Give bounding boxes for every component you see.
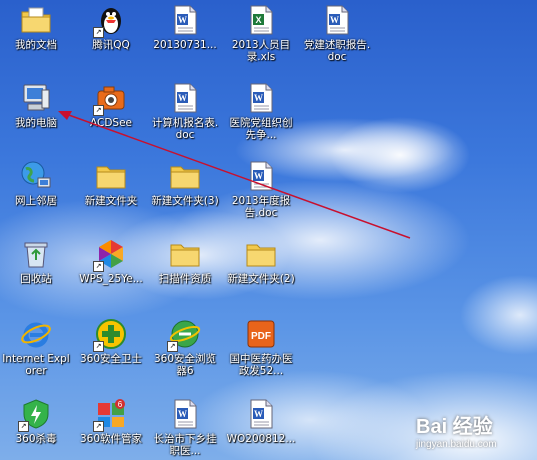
svg-text:W: W: [254, 93, 263, 103]
shortcut-arrow-icon: ↗: [93, 261, 104, 272]
shortcut-arrow-icon: ↗: [167, 341, 178, 352]
icon-label: 新建文件夹(2): [227, 273, 295, 285]
word-document-icon: W: [169, 4, 201, 36]
svg-text:6: 6: [118, 400, 123, 409]
recycle-bin-icon: [20, 238, 52, 270]
svg-text:W: W: [254, 171, 263, 181]
icon-label: 360杀毒: [15, 433, 57, 445]
desktop-icon-new-folder-3[interactable]: 新建文件夹(3): [150, 160, 220, 207]
desktop-icon-party-report-doc[interactable]: W 党建述职报告.doc: [302, 4, 372, 63]
shortcut-arrow-icon: ↗: [93, 105, 104, 116]
watermark-logo: Bai 经验: [416, 416, 493, 438]
shortcut-arrow-icon: ↗: [93, 341, 104, 352]
desktop-icon-hospital-party-doc[interactable]: W 医院党组织创先争...: [226, 82, 296, 141]
icon-label: 长治市下乡挂职医...: [153, 433, 217, 457]
desktop-icon-360-antivirus[interactable]: ↗ 360杀毒: [1, 398, 71, 445]
icon-label: Internet Explorer: [2, 353, 70, 377]
svg-text:W: W: [330, 15, 339, 25]
desktop-icon-network-places[interactable]: 网上邻居: [1, 160, 71, 207]
internet-explorer-icon: [20, 318, 52, 350]
desktop-icon-changzhi-doc[interactable]: W 长治市下乡挂职医...: [150, 398, 220, 457]
excel-document-icon: X: [245, 4, 277, 36]
desktop-icon-tcm-medical-pdf[interactable]: PDF 国中医药办医政发52...: [226, 318, 296, 377]
wps-office-icon: ↗: [93, 238, 127, 272]
annotation-arrow: [58, 111, 411, 239]
shortcut-arrow-icon: ↗: [18, 421, 29, 432]
pdf-document-icon: PDF: [245, 318, 277, 350]
desktop-icon-computer-registration-doc[interactable]: W 计算机报名表.doc: [150, 82, 220, 141]
word-document-icon: W: [245, 82, 277, 114]
acdsee-camera-icon: ↗: [93, 82, 127, 116]
desktop-icon-360-safeguard[interactable]: ↗ 360安全卫士: [76, 318, 146, 365]
icon-label: 360安全浏览器6: [153, 353, 217, 377]
icon-label: 腾讯QQ: [92, 39, 130, 51]
my-documents-folder-icon: [20, 4, 52, 36]
network-places-icon: [20, 160, 52, 192]
desktop-icon-360-software-manager[interactable]: 6 ↗ 360软件管家: [76, 398, 146, 445]
360-safeguard-icon: ↗: [93, 318, 127, 352]
word-document-icon: W: [245, 398, 277, 430]
word-document-icon: W: [245, 160, 277, 192]
desktop-icon-2013-staff-list-xls[interactable]: X 2013人员目录.xls: [226, 4, 296, 63]
my-computer-icon: [20, 82, 52, 114]
shortcut-arrow-icon: ↗: [93, 27, 104, 38]
desktop-icon-my-computer[interactable]: 我的电脑: [1, 82, 71, 129]
folder-icon: [169, 160, 201, 192]
word-document-icon: W: [169, 398, 201, 430]
icon-label: 360软件管家: [79, 433, 143, 445]
svg-text:X: X: [255, 15, 261, 25]
folder-icon: [169, 238, 201, 270]
icon-label: 国中医药办医政发52...: [229, 353, 293, 377]
icon-label: 计算机报名表.doc: [151, 117, 219, 141]
desktop-icon-20130731-doc[interactable]: W 20130731...: [150, 4, 220, 51]
icon-label: 我的电脑: [15, 117, 57, 129]
icon-label: 2013人员目录.xls: [231, 39, 291, 63]
desktop-icon-new-folder-2[interactable]: 新建文件夹(2): [226, 238, 296, 285]
icon-label: 2013年度报告.doc: [231, 195, 291, 219]
watermark-url: jingyan.baidu.com: [416, 439, 497, 450]
desktop-icon-scanned-qualifications[interactable]: 扫描件资质: [150, 238, 220, 285]
desktop-icon-tencent-qq[interactable]: ↗ 腾讯QQ: [76, 4, 146, 51]
desktop-icon-my-documents[interactable]: 我的文档: [1, 4, 71, 51]
svg-text:W: W: [178, 409, 187, 419]
svg-text:W: W: [254, 409, 263, 419]
word-document-icon: W: [169, 82, 201, 114]
icon-label: 扫描件资质: [158, 273, 212, 285]
baidu-jingyan-watermark: Bai 经验 jingyan.baidu.com: [410, 410, 535, 458]
folder-icon: [95, 160, 127, 192]
folder-icon: [245, 238, 277, 270]
icon-label: 20130731...: [153, 39, 217, 51]
icon-label: WO200812...: [226, 433, 296, 445]
icon-label: 新建文件夹: [84, 195, 138, 207]
svg-text:W: W: [178, 93, 187, 103]
desktop-icon-2013-annual-report-doc[interactable]: W 2013年度报告.doc: [226, 160, 296, 219]
desktop-icon-recycle-bin[interactable]: 回收站: [1, 238, 71, 285]
icon-label: 网上邻居: [15, 195, 57, 207]
icon-label: 360安全卫士: [79, 353, 143, 365]
desktop-icon-wo200812-doc[interactable]: W WO200812...: [226, 398, 296, 445]
360-software-manager-icon: 6 ↗: [93, 398, 127, 432]
icon-label: 党建述职报告.doc: [303, 39, 371, 63]
desktop-icon-wps[interactable]: ↗ WPS_25Ye...: [76, 238, 146, 285]
desktop-icon-acdsee[interactable]: ↗ ACDSee: [76, 82, 146, 129]
360-browser-icon: ↗: [167, 318, 201, 352]
icon-label: 我的文档: [15, 39, 57, 51]
desktop-icon-360-browser[interactable]: ↗ 360安全浏览器6: [150, 318, 220, 377]
shortcut-arrow-icon: ↗: [93, 421, 104, 432]
icon-label: 新建文件夹(3): [151, 195, 219, 207]
icon-label: 回收站: [20, 273, 52, 285]
icon-label: ACDSee: [90, 117, 132, 129]
desktop: 我的文档 我的电脑 网上邻居 回收站 Internet Explorer ↗ 3…: [0, 0, 537, 460]
icon-label: 医院党组织创先争...: [229, 117, 293, 141]
desktop-icon-new-folder[interactable]: 新建文件夹: [76, 160, 146, 207]
360-antivirus-icon: ↗: [18, 398, 52, 432]
svg-text:PDF: PDF: [251, 331, 271, 342]
desktop-icon-internet-explorer[interactable]: Internet Explorer: [1, 318, 71, 377]
qq-penguin-icon: ↗: [93, 4, 127, 38]
word-document-icon: W: [321, 4, 353, 36]
svg-text:W: W: [178, 15, 187, 25]
icon-label: WPS_25Ye...: [79, 273, 143, 285]
